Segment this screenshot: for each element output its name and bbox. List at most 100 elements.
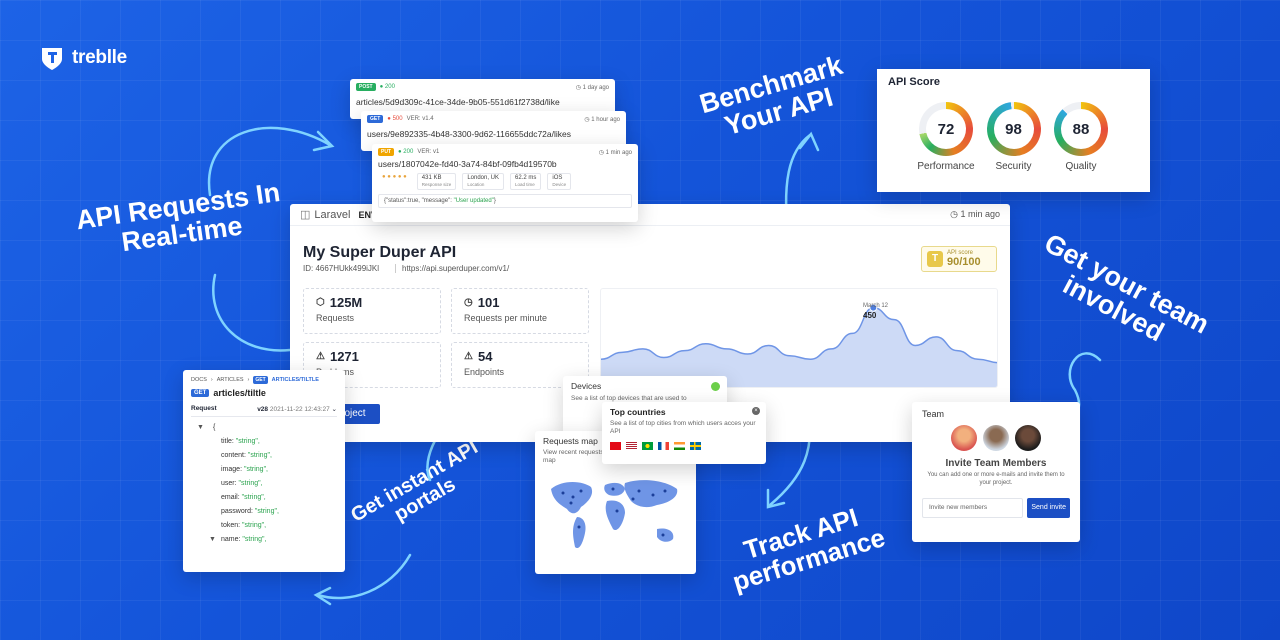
countries-text: See a list of top cities from which user… [610, 420, 756, 435]
request-path: articles/5d9d309c-41ce-34de-9b05-551d61f… [356, 97, 560, 107]
gauge-ring: 98 [986, 102, 1041, 156]
stat-value: 125M [329, 295, 363, 310]
field-value: "string", [243, 466, 269, 473]
framework-name: Laravel [314, 208, 351, 221]
response-body: {"status":true, "message": "User updated… [378, 193, 632, 208]
meta-value: London, UK [467, 175, 500, 181]
flag-brazil-icon[interactable] [642, 441, 653, 450]
warning-icon: ⚠ [464, 351, 473, 362]
requests-chart-svg [601, 303, 997, 387]
request-time: ◷ 1 day ago [575, 84, 609, 91]
countries-title: Top countries [610, 407, 666, 417]
meta-location: London, UK Location [462, 173, 505, 190]
flag-usa-icon[interactable] [626, 441, 637, 450]
collapse-icon[interactable]: ▼ [197, 421, 204, 435]
flag-france-icon[interactable] [658, 441, 669, 450]
gauge-label: Quality [1065, 161, 1097, 172]
team-text: You can add one or more e-mails and invi… [927, 472, 1065, 486]
stat-value: 1271 [329, 349, 359, 364]
avatar[interactable] [1015, 425, 1041, 451]
request-section-header[interactable]: Request v28 2021-11-22 12:43:27 ⌄ [191, 405, 337, 417]
gauge-value: 98 [1005, 120, 1022, 138]
request-time-text: 1 day ago [582, 84, 609, 91]
field-key: content: [221, 452, 248, 459]
gauge-security[interactable]: 98 Security [984, 102, 1044, 172]
field-value: "string", [238, 480, 263, 487]
status-code-text: 200 [384, 84, 395, 90]
close-icon[interactable]: × [752, 407, 760, 415]
method-badge: POST [356, 83, 376, 91]
check-icon [711, 382, 720, 391]
tooltip-date: March 12 [863, 303, 889, 309]
dashboard-time: ◷ 1 min ago [950, 209, 1000, 219]
gauge-performance[interactable]: 72 Performance [916, 102, 976, 172]
code-field: title: "string", [213, 435, 337, 449]
api-score-title: API Score [888, 76, 940, 88]
score-shield-icon: T [927, 251, 943, 267]
field-key: email: [221, 494, 242, 501]
api-score-card: API Score 72 Performance 98 Security 88 … [877, 69, 1150, 192]
method-badge: GET [367, 115, 384, 123]
avatar[interactable] [983, 425, 1009, 451]
flag-sweden-icon[interactable] [690, 441, 701, 450]
country-flags [610, 441, 758, 450]
score-badge-value: 90/100 [947, 256, 981, 268]
invite-input[interactable]: Invite new members [922, 497, 1024, 518]
request-body-code: ▼ { title: "string", content: "string", im… [191, 421, 337, 547]
api-score-badge[interactable]: T API score 90/100 [921, 246, 997, 272]
code-field: email: "string", [213, 491, 337, 505]
meta-value: iOS [552, 175, 563, 181]
brand-logo[interactable]: treblle [38, 44, 127, 72]
field-value: "string", [247, 452, 272, 459]
crumb-articles[interactable]: ARTICLES [217, 377, 244, 383]
meta-label: Location [467, 182, 485, 188]
request-time-text: 1 hour ago [591, 116, 620, 123]
body-suffix: } [493, 197, 496, 204]
breadcrumb: DOCS › ARTICLES › GET ARTICLES/TILTLE [191, 376, 337, 384]
crumb-docs[interactable]: DOCS [191, 377, 207, 383]
warning-icon: ⚠ [316, 351, 325, 362]
crumb-endpoint[interactable]: ARTICLES/TILTLE [272, 377, 319, 383]
request-time-text: 1 min ago [605, 149, 632, 156]
collapse-icon[interactable]: ▼ [209, 533, 216, 547]
top-countries-card: Top countries × See a list of top cities… [602, 402, 766, 464]
avatar[interactable] [951, 425, 977, 451]
api-url[interactable]: https://api.superduper.com/v1/ [395, 264, 509, 273]
method-badge: PUT [378, 148, 394, 156]
tooltip-value: 450 [863, 311, 877, 320]
field-value: "string", [235, 438, 260, 445]
gauge-ring: 72 [919, 102, 973, 156]
chevron-right-icon: › [247, 377, 250, 383]
version-label: VER: v1 [417, 149, 440, 155]
flag-india-icon[interactable] [674, 441, 685, 450]
meta-label: Device [552, 182, 567, 188]
world-map-icon[interactable] [543, 471, 688, 561]
meta-size: 431 KB Response size [416, 173, 457, 190]
code-field: token: "string", [213, 519, 337, 533]
request-card-put[interactable]: PUT ● 200 VER: v1 ◷ 1 min ago users/1807… [372, 144, 638, 222]
send-invite-button[interactable]: Send invite [1027, 497, 1070, 518]
requests-chart[interactable]: March 12 450 [600, 288, 998, 388]
stat-label: Endpoints [464, 367, 505, 377]
gauge-label: Performance [917, 161, 975, 172]
code-field: password: "string", [213, 505, 337, 519]
chart-tooltip: March 12 450 [863, 303, 888, 320]
chevron-down-icon: ⌄ [331, 406, 337, 413]
code-field: image: "string", [213, 463, 337, 477]
gauge-value: 72 [937, 120, 955, 138]
gauge-quality[interactable]: 88 Quality [1051, 102, 1111, 172]
stat-requests: ⬡ 125M Requests [303, 288, 441, 334]
code-field: name: "string", [213, 533, 337, 547]
chevron-right-icon: › [210, 377, 213, 383]
endpoint-title: articles/tiltle [213, 388, 266, 398]
stat-value: 101 [477, 295, 500, 310]
meta-value: 62.2 ms [515, 175, 537, 181]
date: 2021-11-22 12:43:27 [269, 406, 330, 413]
field-key: image: [221, 466, 244, 473]
dashboard-time-text: 1 min ago [960, 209, 1000, 219]
code-fields: title: "string", content: "string", image:… [213, 435, 337, 547]
version: v28 [257, 406, 269, 413]
clock-icon: ◷ [464, 297, 473, 308]
flag-turkey-icon[interactable] [610, 441, 621, 450]
meta-value: 431 KB [421, 175, 442, 181]
